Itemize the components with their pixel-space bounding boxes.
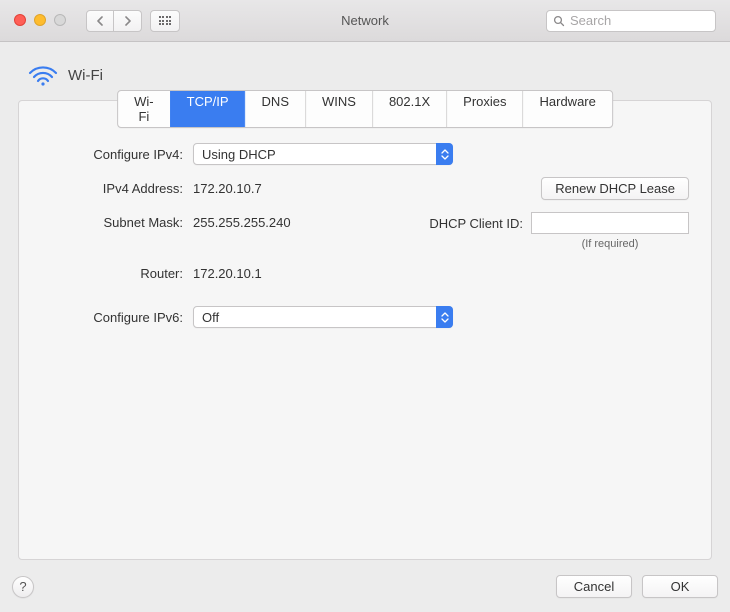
configure-ipv6-label: Configure IPv6:: [41, 310, 183, 325]
tab-proxies[interactable]: Proxies: [446, 91, 522, 127]
window-controls: [14, 14, 66, 26]
titlebar: Network: [0, 0, 730, 42]
content-area: Wi-Fi Wi-Fi TCP/IP DNS WINS 802.1X Proxi…: [0, 42, 730, 612]
pane-header: Wi-Fi: [28, 64, 718, 86]
cancel-button[interactable]: Cancel: [556, 575, 632, 598]
search-input[interactable]: [570, 13, 730, 28]
tcpip-form: Configure IPv4: Using DHCP IPv4 Address:…: [19, 101, 711, 328]
network-preferences-window: Network Wi-Fi Wi-Fi TCP/IP DNS WINS: [0, 0, 730, 612]
grid-icon: [159, 16, 172, 25]
router-value: 172.20.10.1: [193, 266, 262, 281]
show-all-button[interactable]: [150, 10, 180, 32]
wifi-icon: [28, 64, 58, 86]
updown-icon: [436, 143, 453, 165]
if-required-hint: (If required): [531, 238, 689, 250]
tab-8021x[interactable]: 802.1X: [372, 91, 446, 127]
configure-ipv6-select[interactable]: Off: [193, 306, 453, 328]
nav-buttons: [86, 10, 142, 32]
configure-ipv4-label: Configure IPv4:: [41, 147, 183, 162]
tab-bar: Wi-Fi TCP/IP DNS WINS 802.1X Proxies Har…: [117, 90, 613, 128]
page-title: Wi-Fi: [68, 67, 103, 84]
subnet-mask-value: 255.255.255.240: [193, 212, 291, 230]
ok-button[interactable]: OK: [642, 575, 718, 598]
updown-icon: [436, 306, 453, 328]
back-button[interactable]: [86, 10, 114, 32]
tab-wins[interactable]: WINS: [305, 91, 372, 127]
dhcp-client-id-label: DHCP Client ID:: [429, 216, 523, 231]
search-field-wrap[interactable]: [546, 10, 716, 32]
settings-panel: Wi-Fi TCP/IP DNS WINS 802.1X Proxies Har…: [18, 100, 712, 560]
minimize-window-button[interactable]: [34, 14, 46, 26]
help-button[interactable]: ?: [12, 576, 34, 598]
configure-ipv6-value: Off: [202, 310, 219, 325]
zoom-window-button: [54, 14, 66, 26]
chevron-right-icon: [124, 16, 132, 26]
renew-dhcp-button[interactable]: Renew DHCP Lease: [541, 177, 689, 200]
forward-button[interactable]: [114, 10, 142, 32]
ipv4-address-label: IPv4 Address:: [41, 181, 183, 196]
configure-ipv4-select[interactable]: Using DHCP: [193, 143, 453, 165]
subnet-mask-label: Subnet Mask:: [41, 212, 183, 230]
chevron-left-icon: [96, 16, 104, 26]
tab-wifi[interactable]: Wi-Fi: [118, 91, 170, 127]
window-title: Network: [341, 13, 389, 28]
tab-tcpip[interactable]: TCP/IP: [170, 91, 245, 127]
tab-hardware[interactable]: Hardware: [523, 91, 612, 127]
tab-dns[interactable]: DNS: [245, 91, 305, 127]
footer: ? Cancel OK: [12, 575, 718, 598]
dhcp-client-id-input[interactable]: [531, 212, 689, 234]
ipv4-address-value: 172.20.10.7: [193, 181, 262, 196]
configure-ipv4-value: Using DHCP: [202, 147, 276, 162]
router-label: Router:: [41, 266, 183, 281]
search-icon: [553, 15, 565, 27]
close-window-button[interactable]: [14, 14, 26, 26]
